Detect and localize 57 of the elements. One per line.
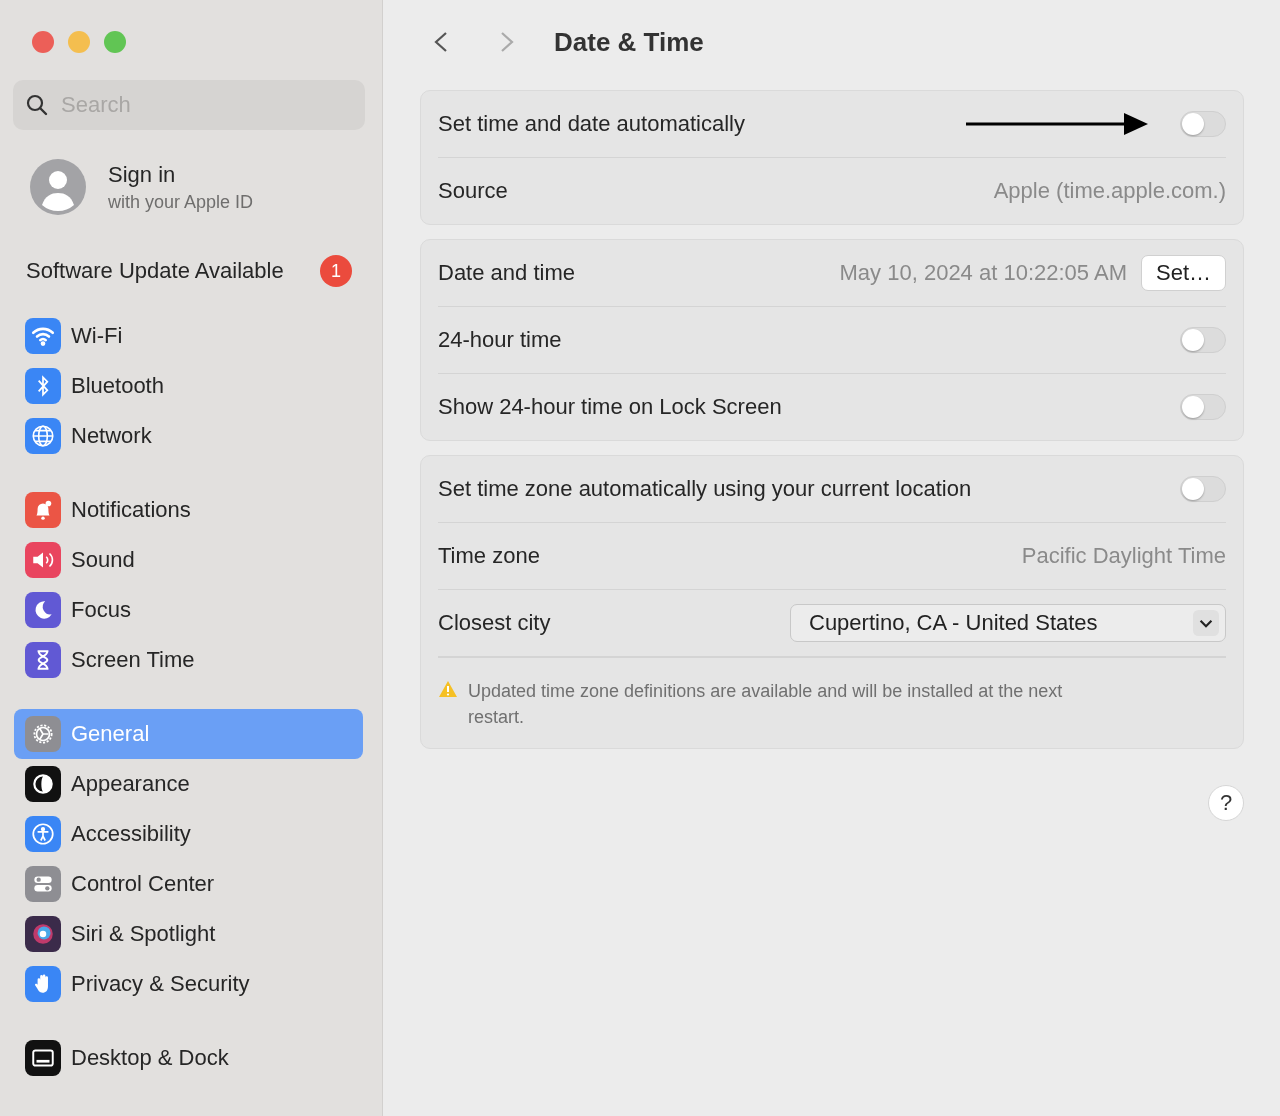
toggle-switch[interactable] [1180,327,1226,353]
toggle-switch[interactable] [1180,394,1226,420]
window-control-dot[interactable] [68,31,90,53]
setting-value: Apple (time.apple.com.) [993,178,1226,204]
window-icon [25,1040,61,1076]
setting-label: Closest city [438,610,552,636]
page-title: Date & Time [554,26,704,58]
city-dropdown[interactable]: Cupertino, CA - United States [790,604,1226,642]
hand-icon [25,966,61,1002]
switches-icon [25,866,61,902]
sidebar-item[interactable]: Bluetooth [14,361,363,411]
setting-label: Date and time [438,260,576,286]
sidebar-item[interactable]: Wi-Fi [14,311,363,361]
bell-icon [25,492,61,528]
date-time-value: May 10, 2024 at 10:22:05 AM [839,260,1127,286]
wifi-icon [25,318,61,354]
update-count-badge: 1 [320,255,352,287]
globe-icon [25,418,61,454]
sidebar-item[interactable]: Desktop & Dock [14,1033,363,1083]
setting-label: Set time and date automatically [438,111,746,137]
person-icon [25,816,61,852]
sidebar-item[interactable]: Sound [14,535,363,585]
hourglass-icon [25,642,61,678]
setting-label: Set time zone automatically using your current location [438,476,973,502]
sidebar-item[interactable]: Privacy & Security [14,959,363,1009]
avatar-icon[interactable] [30,159,86,215]
warning-icon [438,680,458,698]
software-update-link[interactable]: Software Update Available [26,258,284,284]
sidebar-item[interactable]: Siri & Spotlight [14,909,363,959]
toggle-switch[interactable] [1180,111,1226,137]
window-control-dot[interactable] [32,31,54,53]
chevron-down-icon [1193,610,1219,636]
bluetooth-icon [25,368,61,404]
sidebar-item[interactable]: Appearance [14,759,363,809]
toggle-switch[interactable] [1180,476,1226,502]
window-control-dot[interactable] [104,31,126,53]
setting-label: Source [438,178,509,204]
setting-value: Pacific Daylight Time [1021,543,1226,569]
gear-icon [25,716,61,752]
set-button[interactable]: Set… [1140,255,1226,291]
help-button[interactable]: ? [1208,785,1244,821]
sidebar-item[interactable]: Accessibility [14,809,363,859]
setting-label: Show 24-hour time on Lock Screen [438,394,783,420]
sidebar-item[interactable]: Network [14,411,363,461]
sign-in-link[interactable]: Sign in [108,161,254,188]
search-icon [25,93,49,117]
setting-label: 24-hour time [438,327,563,353]
moon-icon [25,592,61,628]
orb-icon [25,916,61,952]
sidebar-item[interactable]: Notifications [14,485,363,535]
sidebar-item[interactable]: Control Center [14,859,363,909]
setting-label: Time zone [438,543,541,569]
sidebar-item[interactable]: Focus [14,585,363,635]
account-subtitle: with your Apple ID [108,191,254,213]
note-text: Updated time zone definitions are available and will be installed at the next restart. [468,680,1064,729]
sidebar-item[interactable]: Screen Time [14,635,363,685]
speaker-icon [25,542,61,578]
